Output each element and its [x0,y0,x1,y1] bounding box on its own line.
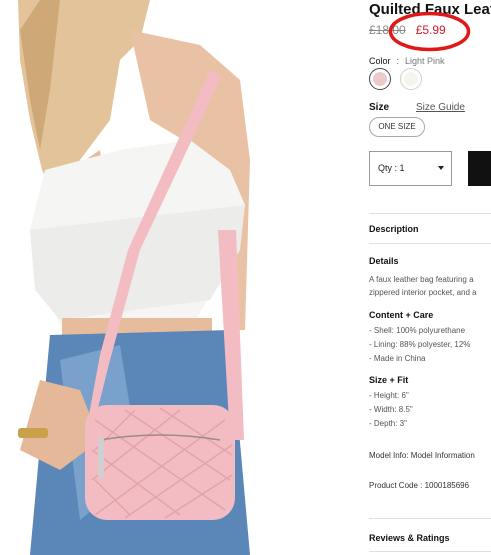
swatch-cream[interactable] [400,68,422,90]
divider [369,551,491,552]
size-label: Size [369,102,390,113]
content-line-2: - Lining: 88% polyester, 12% [369,340,471,349]
content-care-heading: Content + Care [369,310,434,320]
fit-line-2: - Width: 8.5" [369,405,413,414]
divider [369,243,491,244]
quantity-select[interactable]: Qty : 1 [369,151,452,186]
size-fit-heading: Size + Fit [369,375,409,385]
swatch-light-pink[interactable] [369,68,391,90]
description-heading[interactable]: Description [369,224,419,234]
quantity-label: Qty : 1 [378,163,405,173]
reviews-heading[interactable]: Reviews & Ratings [369,533,450,543]
content-line-3: - Made in China [369,354,426,363]
product-info-panel: Quilted Faux Leat £18.00 £5.99 Color: Ligh… [369,0,491,555]
color-separator: : [396,56,400,66]
size-label-row: Size Size Guide [369,102,465,113]
product-photo [0,0,318,555]
size-option-one-size[interactable]: ONE SIZE [369,117,425,137]
divider [369,518,491,519]
color-value: Light Pink [405,56,445,66]
chevron-down-icon [438,166,444,170]
size-guide-link[interactable]: Size Guide [416,102,465,113]
content-line-1: - Shell: 100% polyurethane [369,326,466,335]
color-label-row: Color: Light Pink [369,56,445,66]
fit-line-1: - Height: 6" [369,391,409,400]
model-info: Model Info: Model Information [369,451,475,460]
details-line-1: A faux leather bag featuring a [369,275,474,284]
product-code: Product Code : 1000185696 [369,481,470,490]
red-annotation-circle [388,11,471,52]
divider [369,213,491,214]
details-line-2: zippered interior pocket, and a [369,288,477,297]
model-with-bag-illustration [0,0,318,555]
details-heading[interactable]: Details [369,256,399,266]
add-to-bag-button[interactable] [468,151,491,186]
fit-line-3: - Depth: 3" [369,419,407,428]
color-label: Color [369,56,391,66]
